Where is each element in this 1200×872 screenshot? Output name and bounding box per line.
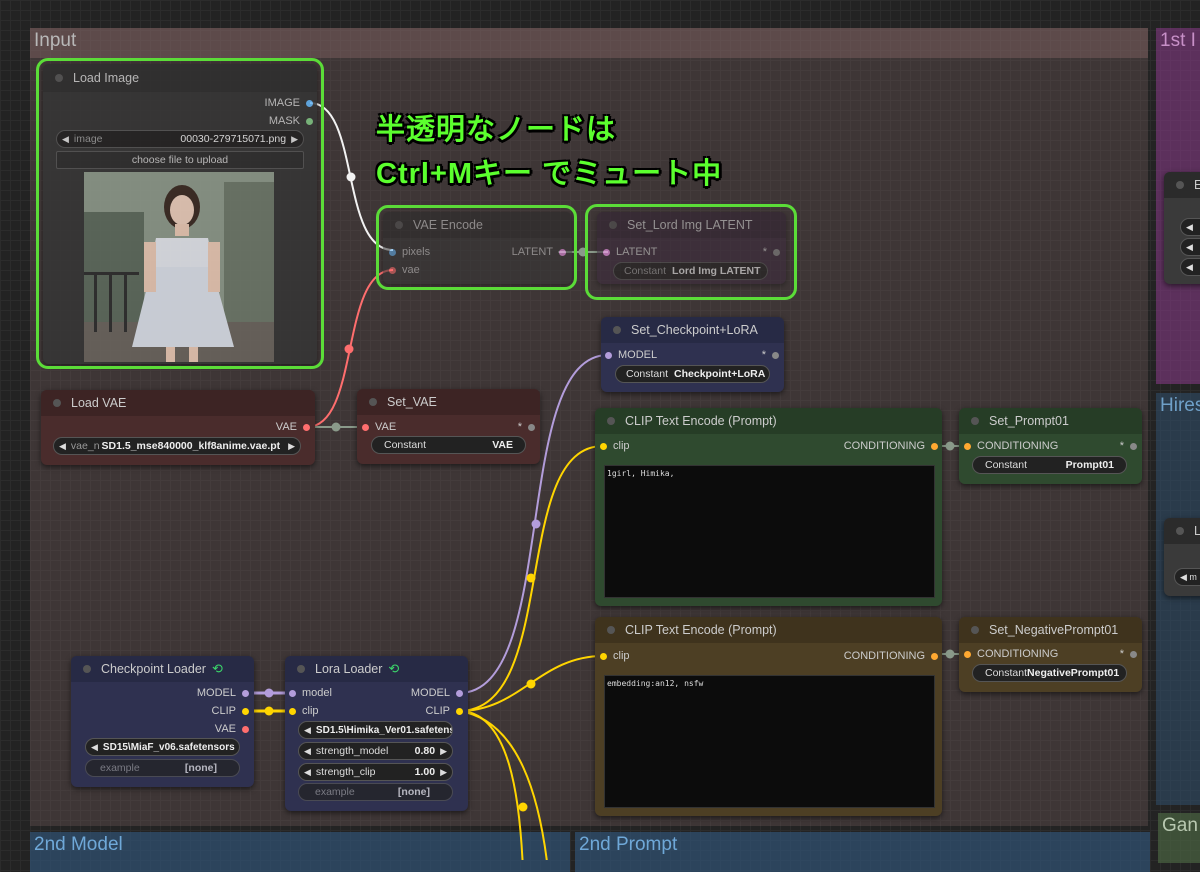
output-conditioning[interactable]: CONDITIONING: [844, 437, 938, 455]
output-clip[interactable]: CLIP: [426, 702, 463, 720]
clip-text-encode-positive[interactable]: CLIP Text Encode (Prompt) clip CONDITION…: [595, 408, 942, 606]
node-title: Checkpoint Loader: [101, 662, 206, 676]
node-title: E: [1194, 178, 1200, 192]
prompt-textarea[interactable]: 1girl, Himika,: [604, 465, 935, 598]
group-2nd-prompt: 2nd Prompt: [575, 832, 1150, 872]
chevron-left-icon[interactable]: ◀: [299, 725, 316, 736]
constant-field[interactable]: Constant VAE: [371, 436, 526, 454]
input-vae[interactable]: VAE: [362, 418, 396, 436]
lora-select[interactable]: ◀ SD1.5\Himika_Ver01.safetensors ▶: [298, 721, 453, 739]
input-model[interactable]: model: [289, 684, 332, 702]
input-conditioning[interactable]: CONDITIONING: [964, 645, 1058, 663]
output-model[interactable]: MODEL: [411, 684, 463, 702]
group-hires: Hires: [1156, 393, 1200, 805]
partial-widget[interactable]: ◀ m: [1174, 568, 1200, 586]
strength-model-slider[interactable]: ◀ strength_model 0.80 ▶: [298, 742, 453, 760]
partial-node-1[interactable]: E ◀ ◀ ◀: [1164, 172, 1200, 284]
node-title: Lora Loader: [315, 662, 383, 676]
set-prompt-node[interactable]: Set_Prompt01 CONDITIONING * Constant Pro…: [959, 408, 1142, 484]
set-negative-prompt-node[interactable]: Set_NegativePrompt01 CONDITIONING * Cons…: [959, 617, 1142, 692]
example-field[interactable]: example [none]: [85, 759, 240, 777]
set-checkpoint-node[interactable]: Set_Checkpoint+LoRA MODEL * Constant Che…: [601, 317, 784, 392]
chevron-right-icon[interactable]: ▶: [435, 746, 452, 757]
output-any[interactable]: *: [762, 346, 779, 364]
highlight-set-latent: [585, 204, 797, 300]
chevron-left-icon[interactable]: ◀: [54, 441, 71, 452]
output-conditioning[interactable]: CONDITIONING: [844, 647, 938, 665]
chevron-left-icon[interactable]: ◀: [299, 746, 316, 757]
constant-field[interactable]: Constant Prompt01: [972, 456, 1127, 474]
annotation-line-1: 半透明なノードは: [376, 114, 617, 146]
output-any[interactable]: *: [1120, 645, 1137, 663]
group-title: Hires: [1160, 395, 1200, 416]
partial-widget[interactable]: ◀: [1180, 238, 1200, 256]
output-model[interactable]: MODEL: [197, 684, 249, 702]
load-vae-node[interactable]: Load VAE VAE ◀ vae_n SD1.5_mse840000_klf…: [41, 390, 315, 465]
input-clip[interactable]: clip: [600, 437, 630, 455]
chevron-right-icon[interactable]: ▶: [235, 742, 239, 753]
input-conditioning[interactable]: CONDITIONING: [964, 437, 1058, 455]
prompt-textarea[interactable]: embedding:an12, nsfw: [604, 675, 935, 808]
group-title: Gan: [1162, 815, 1198, 836]
node-title: Set_NegativePrompt01: [989, 623, 1119, 637]
node-title: Set_Checkpoint+LoRA: [631, 323, 758, 337]
node-title: Load VAE: [71, 396, 127, 410]
lora-loader-node[interactable]: Lora Loader ⟲ model clip MODEL CLIP ◀ SD1…: [285, 656, 468, 811]
annotation-line-2: Ctrl+Mキー でミュート中: [376, 158, 723, 190]
input-clip[interactable]: clip: [289, 702, 319, 720]
node-title: CLIP Text Encode (Prompt): [625, 414, 777, 428]
constant-field[interactable]: Constant Checkpoint+LoRA: [615, 365, 770, 383]
group-title: 2nd Prompt: [579, 834, 678, 855]
input-model[interactable]: MODEL: [605, 346, 657, 364]
chevron-right-icon[interactable]: ▶: [283, 441, 300, 452]
output-any[interactable]: *: [518, 418, 535, 436]
partial-widget[interactable]: ◀: [1180, 218, 1200, 236]
output-clip[interactable]: CLIP: [212, 702, 249, 720]
node-title: Set_VAE: [387, 395, 437, 409]
checkpoint-loader-node[interactable]: Checkpoint Loader ⟲ MODEL CLIP VAE ◀ SD15…: [71, 656, 254, 787]
vae-select[interactable]: ◀ vae_n SD1.5_mse840000_klf8anime.vae.pt…: [53, 437, 301, 455]
chevron-right-icon[interactable]: ▶: [435, 767, 452, 778]
set-vae-node[interactable]: Set_VAE VAE * Constant VAE: [357, 389, 540, 464]
link-icon: ⟲: [388, 661, 400, 676]
node-title: Lo: [1194, 524, 1200, 538]
group-2nd-model: 2nd Model: [30, 832, 570, 872]
highlight-load-image: [36, 58, 324, 369]
group-title: Input: [34, 30, 77, 51]
checkpoint-select[interactable]: ◀ SD15\MiaF_v06.safetensors ▶: [85, 738, 240, 756]
output-vae[interactable]: VAE: [276, 418, 310, 436]
output-any[interactable]: *: [1120, 437, 1137, 455]
input-clip[interactable]: clip: [600, 647, 630, 665]
highlight-vae-encode: [376, 205, 577, 290]
clip-text-encode-negative[interactable]: CLIP Text Encode (Prompt) clip CONDITION…: [595, 617, 942, 816]
chevron-left-icon[interactable]: ◀: [86, 742, 103, 753]
group-title: 1st I: [1160, 30, 1196, 51]
node-title: Set_Prompt01: [989, 414, 1069, 428]
constant-field[interactable]: Constant NegativePrompt01: [972, 664, 1127, 682]
chevron-left-icon[interactable]: ◀: [299, 767, 316, 778]
output-vae[interactable]: VAE: [215, 720, 249, 738]
group-title: 2nd Model: [34, 834, 123, 855]
partial-widget[interactable]: ◀: [1180, 258, 1200, 276]
strength-clip-slider[interactable]: ◀ strength_clip 1.00 ▶: [298, 763, 453, 781]
node-title: CLIP Text Encode (Prompt): [625, 623, 777, 637]
example-field[interactable]: example [none]: [298, 783, 453, 801]
partial-node-2[interactable]: Lo ◀ m: [1164, 518, 1200, 596]
link-icon: ⟲: [211, 661, 223, 676]
group-gan: Gan: [1158, 813, 1200, 863]
